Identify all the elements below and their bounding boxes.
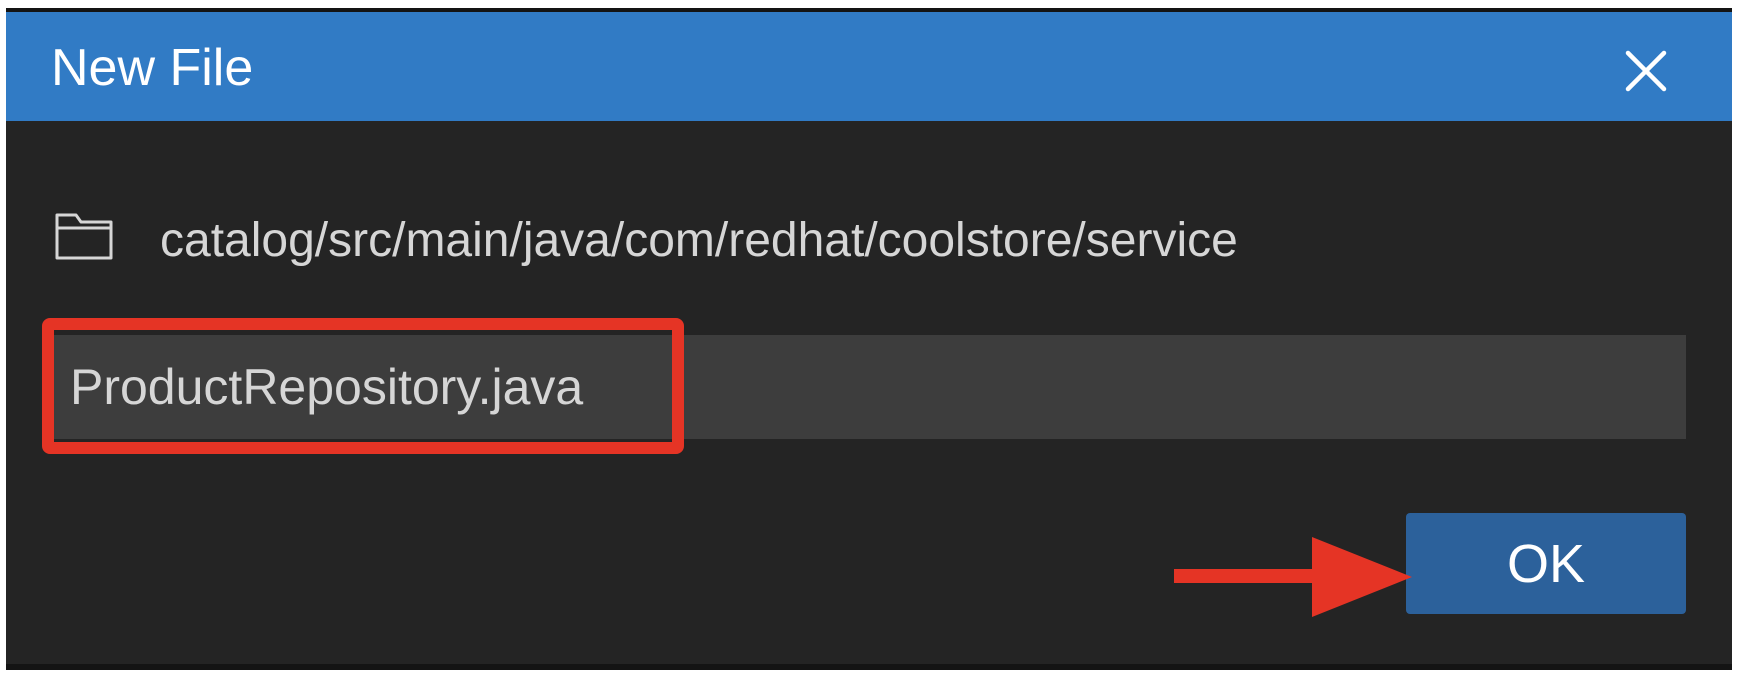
folder-icon [54, 212, 114, 262]
ok-button[interactable]: OK [1406, 513, 1686, 614]
screenshot-frame: New File catalog/src/main/java/com/redha… [0, 0, 1738, 680]
target-path: catalog/src/main/java/com/redhat/coolsto… [160, 214, 1238, 267]
dialog-title: New File [51, 39, 254, 97]
new-file-dialog: New File catalog/src/main/java/com/redha… [6, 8, 1732, 670]
close-icon[interactable] [1624, 49, 1668, 93]
filename-input[interactable] [52, 335, 1686, 439]
dialog-titlebar: New File [6, 12, 1732, 121]
